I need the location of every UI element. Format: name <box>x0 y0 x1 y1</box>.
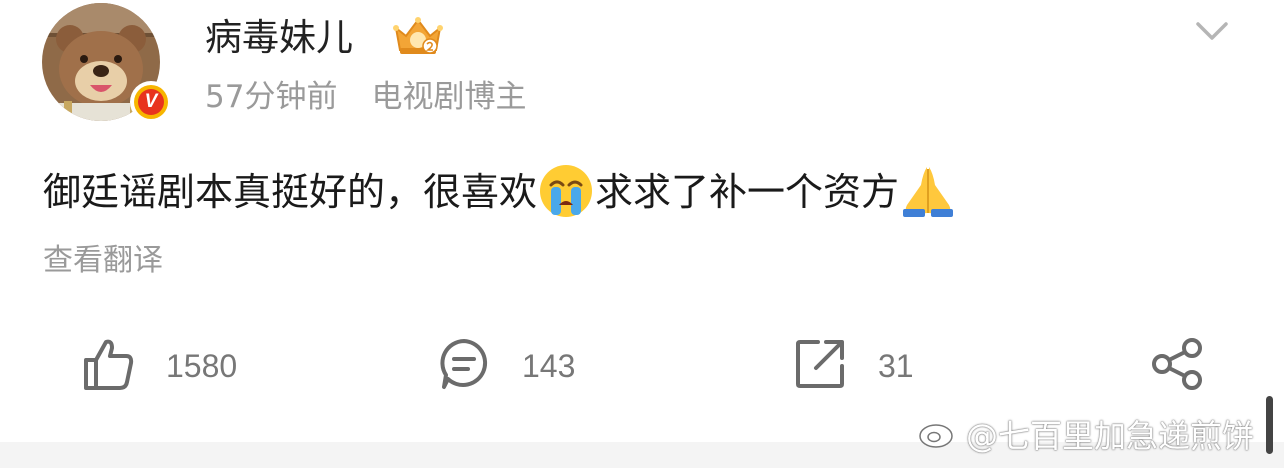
username[interactable]: 病毒妹儿 <box>205 14 353 62</box>
post-time: 57分钟前 <box>205 79 338 115</box>
weibo-logo-icon <box>918 415 963 461</box>
crying-face-icon <box>537 163 595 219</box>
like-count: 1580 <box>166 347 238 384</box>
share-button[interactable] <box>1150 338 1204 394</box>
comment-button[interactable]: 143 <box>438 338 575 394</box>
repost-icon <box>794 338 846 394</box>
praying-hands-icon <box>899 163 957 219</box>
translate-link[interactable]: 查看翻译 <box>43 240 163 282</box>
user-tag: 电视剧博主 <box>371 79 527 115</box>
chevron-down-icon[interactable] <box>1194 18 1230 44</box>
post-meta: 57分钟前 电视剧博主 <box>205 76 526 118</box>
share-icon <box>1150 338 1204 394</box>
avatar[interactable]: V <box>42 3 172 123</box>
comment-bubble-icon <box>438 337 490 395</box>
thumbs-up-icon <box>82 336 134 396</box>
watermark: @七百里加急递煎饼 <box>918 414 1254 461</box>
repost-count: 31 <box>878 347 914 384</box>
post-text-part1: 御廷谣剧本真挺好的，很喜欢 <box>43 170 538 214</box>
verified-badge-icon: V <box>130 81 172 123</box>
scrollbar[interactable] <box>1266 396 1273 454</box>
repost-button[interactable]: 31 <box>794 338 914 394</box>
post-text-part2: 求求了补一个资方 <box>595 170 900 214</box>
post-text: 御廷谣剧本真挺好的，很喜欢 求求了补一个资方 <box>43 164 957 220</box>
crown-badge-icon[interactable] <box>390 14 446 60</box>
watermark-text: @七百里加急递煎饼 <box>966 417 1255 455</box>
like-button[interactable]: 1580 <box>82 338 237 394</box>
comment-count: 143 <box>522 347 576 384</box>
